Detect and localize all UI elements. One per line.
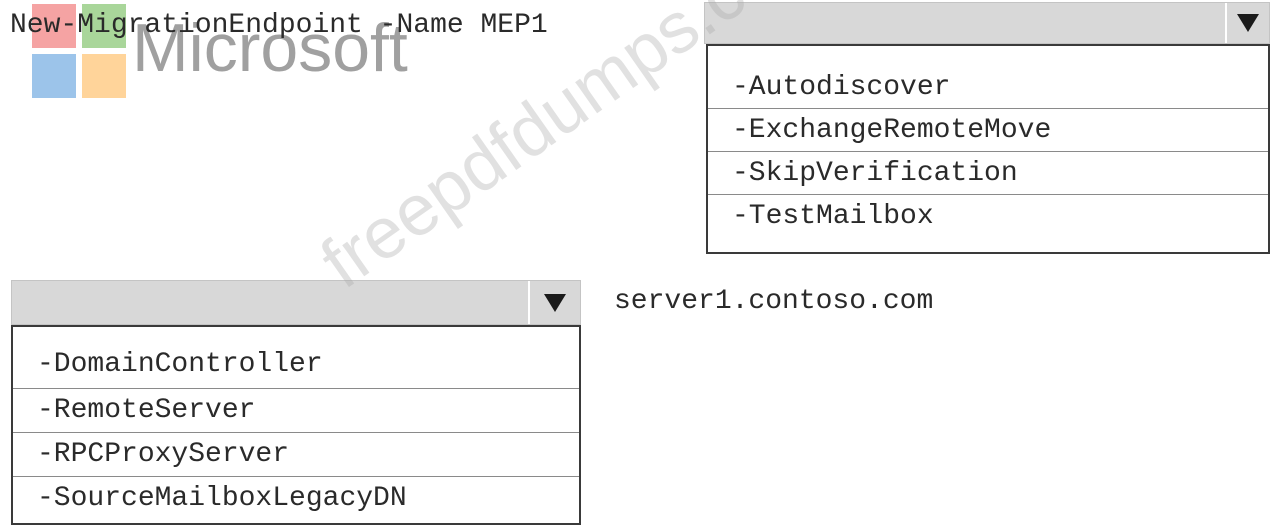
dropdown-2-select[interactable] [11, 280, 581, 325]
dropdown-2-toggle[interactable] [528, 281, 580, 324]
dropdown-1-options: -Autodiscover -ExchangeRemoteMove -SkipV… [706, 44, 1270, 254]
dropdown-2-options: -DomainController -RemoteServer -RPCProx… [11, 325, 581, 525]
dropdown-2-option-sourcemailboxlegacydn[interactable]: -SourceMailboxLegacyDN [13, 477, 579, 521]
dropdown-2-option-remoteserver[interactable]: -RemoteServer [13, 389, 579, 433]
dropdown-2-option-domaincontroller[interactable]: -DomainController [13, 327, 579, 389]
command-text: New-MigrationEndpoint -Name MEP1 [10, 10, 548, 41]
logo-square-blue [32, 54, 76, 98]
logo-square-yellow [82, 54, 126, 98]
chevron-down-icon [1237, 14, 1259, 32]
dropdown-1-option-autodiscover[interactable]: -Autodiscover [708, 66, 1268, 109]
dropdown-1-toggle[interactable] [1225, 3, 1269, 43]
server-value-text: server1.contoso.com [614, 286, 934, 317]
dropdown-1-select[interactable] [704, 2, 1270, 44]
dropdown-2-option-rpcproxyserver[interactable]: -RPCProxyServer [13, 433, 579, 477]
dropdown-1-option-exchangeremotemove[interactable]: -ExchangeRemoteMove [708, 109, 1268, 152]
dropdown-1-option-skipverification[interactable]: -SkipVerification [708, 152, 1268, 195]
chevron-down-icon [544, 293, 566, 312]
dropdown-1-option-testmailbox[interactable]: -TestMailbox [708, 195, 1268, 238]
